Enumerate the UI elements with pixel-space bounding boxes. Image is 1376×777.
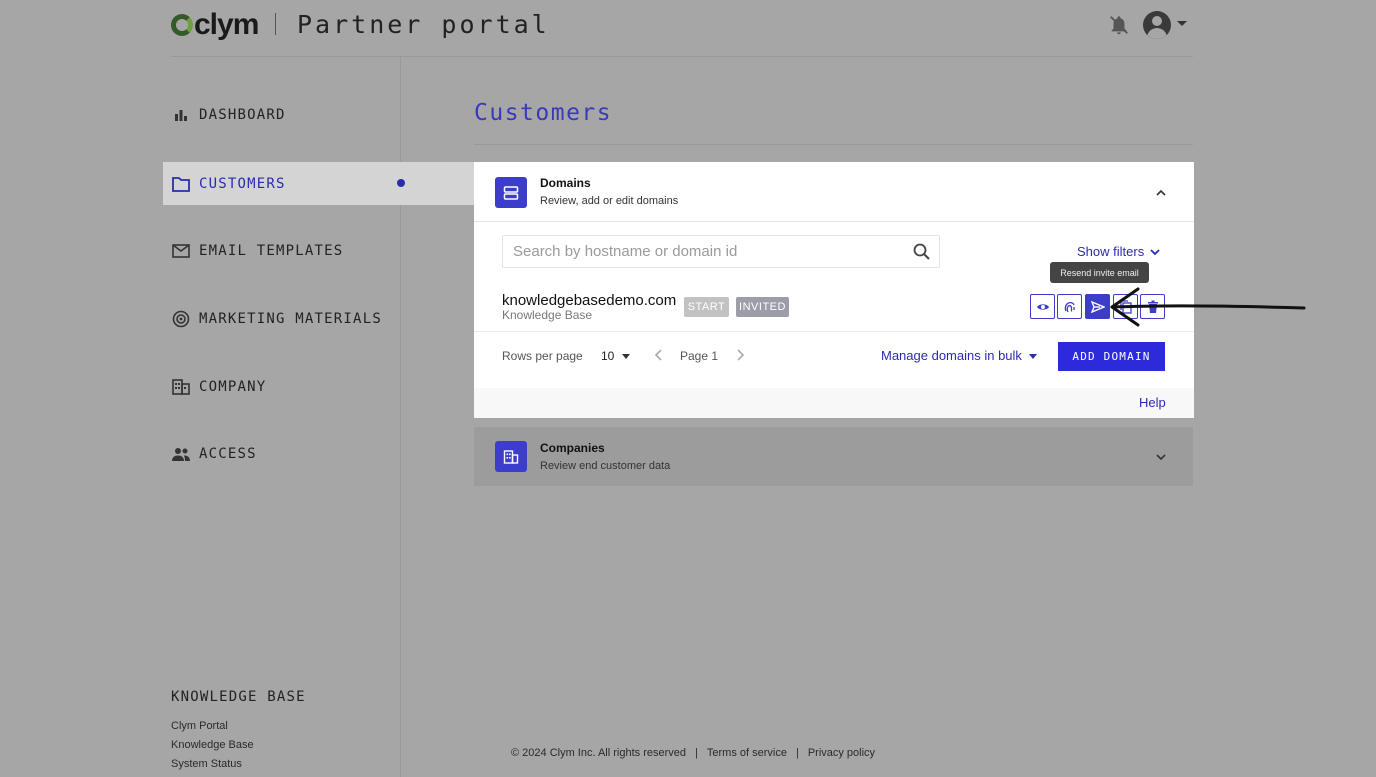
footer-separator: | (795, 747, 799, 759)
sidebar-item-access[interactable]: ACCESS (163, 432, 474, 475)
active-indicator (397, 179, 405, 187)
send-icon (1090, 300, 1105, 313)
status-badge: INVITED (736, 297, 789, 317)
chevron-up-icon[interactable] (1156, 188, 1166, 198)
fingerprint-button[interactable] (1057, 294, 1082, 319)
title-divider (474, 144, 1193, 145)
sidebar-item-dashboard[interactable]: DASHBOARD (163, 93, 474, 136)
domains-panel-header[interactable]: Domains Review, add or edit domains (474, 162, 1194, 222)
chevron-down-icon[interactable] (1156, 452, 1166, 462)
rows-per-page-select[interactable]: 10 (601, 349, 614, 363)
domain-company: Knowledge Base (502, 308, 593, 322)
sidebar-item-label: CUSTOMERS (199, 175, 286, 192)
sidebar-item-label: EMAIL TEMPLATES (199, 242, 344, 259)
chevron-down-icon[interactable] (1177, 21, 1187, 26)
building-icon (495, 441, 527, 472)
logo-text: clym (194, 8, 259, 41)
domains-panel: Domains Review, add or edit domains Show… (474, 162, 1194, 418)
logo-mark-icon (171, 14, 193, 36)
companies-subtitle: Review end customer data (540, 460, 671, 472)
sidebar-item-label: COMPANY (199, 378, 267, 395)
envelope-icon (172, 242, 190, 260)
domains-subtitle: Review, add or edit domains (540, 195, 679, 207)
chevron-left-icon[interactable] (652, 348, 666, 362)
footer: © 2024 Clym Inc. All rights reserved | T… (511, 747, 875, 759)
kb-link-clym-portal[interactable]: Clym Portal (171, 720, 228, 732)
plan-badge: START (684, 297, 729, 317)
building-icon (172, 378, 190, 396)
show-filters-button[interactable]: Show filters (1077, 244, 1144, 259)
copyright-text: © 2024 Clym Inc. All rights reserved (511, 747, 687, 759)
companies-title: Companies (540, 441, 605, 455)
help-strip (474, 388, 1194, 418)
rows-per-page-label: Rows per page (502, 349, 583, 363)
folder-icon (172, 175, 190, 193)
help-link[interactable]: Help (1139, 395, 1166, 410)
top-header: clym Partner portal (171, 0, 1193, 57)
footer-separator: | (695, 747, 698, 759)
portal-title: Partner portal (297, 10, 550, 39)
sidebar-item-customers[interactable]: CUSTOMERS (163, 162, 474, 205)
search-input[interactable] (503, 236, 893, 267)
knowledge-base-title: KNOWLEDGE BASE (171, 689, 306, 705)
caret-down-icon[interactable] (1029, 354, 1037, 359)
view-button[interactable] (1030, 294, 1055, 319)
bar-chart-icon (172, 106, 190, 124)
chevron-down-icon[interactable] (1149, 246, 1161, 258)
user-avatar-icon[interactable] (1143, 11, 1171, 39)
sidebar-item-company[interactable]: COMPANY (163, 365, 474, 408)
fingerprint-icon (1064, 301, 1075, 312)
chevron-right-icon[interactable] (733, 348, 747, 362)
notifications-off-icon[interactable] (1108, 14, 1130, 36)
search-icon[interactable] (912, 242, 932, 262)
target-icon (172, 310, 190, 328)
add-domain-button[interactable]: ADD DOMAIN (1058, 342, 1165, 371)
sidebar-item-email-templates[interactable]: EMAIL TEMPLATES (163, 229, 474, 272)
search-field (502, 235, 940, 268)
annotation-arrow-icon (1110, 287, 1306, 327)
row-divider (474, 331, 1194, 332)
domain-hostname[interactable]: knowledgebasedemo.com (502, 292, 676, 309)
eye-icon (1036, 303, 1049, 310)
logo-separator (275, 13, 276, 35)
privacy-link[interactable]: Privacy policy (808, 747, 875, 759)
tooltip: Resend invite email (1050, 262, 1149, 283)
terms-link[interactable]: Terms of service (707, 747, 787, 759)
caret-down-icon[interactable] (622, 354, 630, 359)
companies-panel[interactable]: Companies Review end customer data (474, 427, 1193, 486)
page-indicator: Page 1 (680, 349, 719, 363)
sidebar-item-label: DASHBOARD (199, 106, 286, 123)
manage-domains-bulk-button[interactable]: Manage domains in bulk (881, 348, 1022, 363)
resend-invite-button[interactable] (1085, 294, 1110, 319)
people-icon (172, 445, 190, 463)
server-icon (495, 177, 527, 208)
kb-link-system-status[interactable]: System Status (171, 758, 242, 770)
sidebar-item-label: ACCESS (199, 445, 257, 462)
clym-logo[interactable]: clym (171, 8, 259, 42)
sidebar-item-label: MARKETING MATERIALS (199, 310, 382, 327)
kb-link-knowledge-base[interactable]: Knowledge Base (171, 739, 254, 751)
page-title: Customers (474, 100, 613, 126)
domains-title: Domains (540, 176, 591, 190)
sidebar-item-marketing-materials[interactable]: MARKETING MATERIALS (163, 297, 474, 340)
